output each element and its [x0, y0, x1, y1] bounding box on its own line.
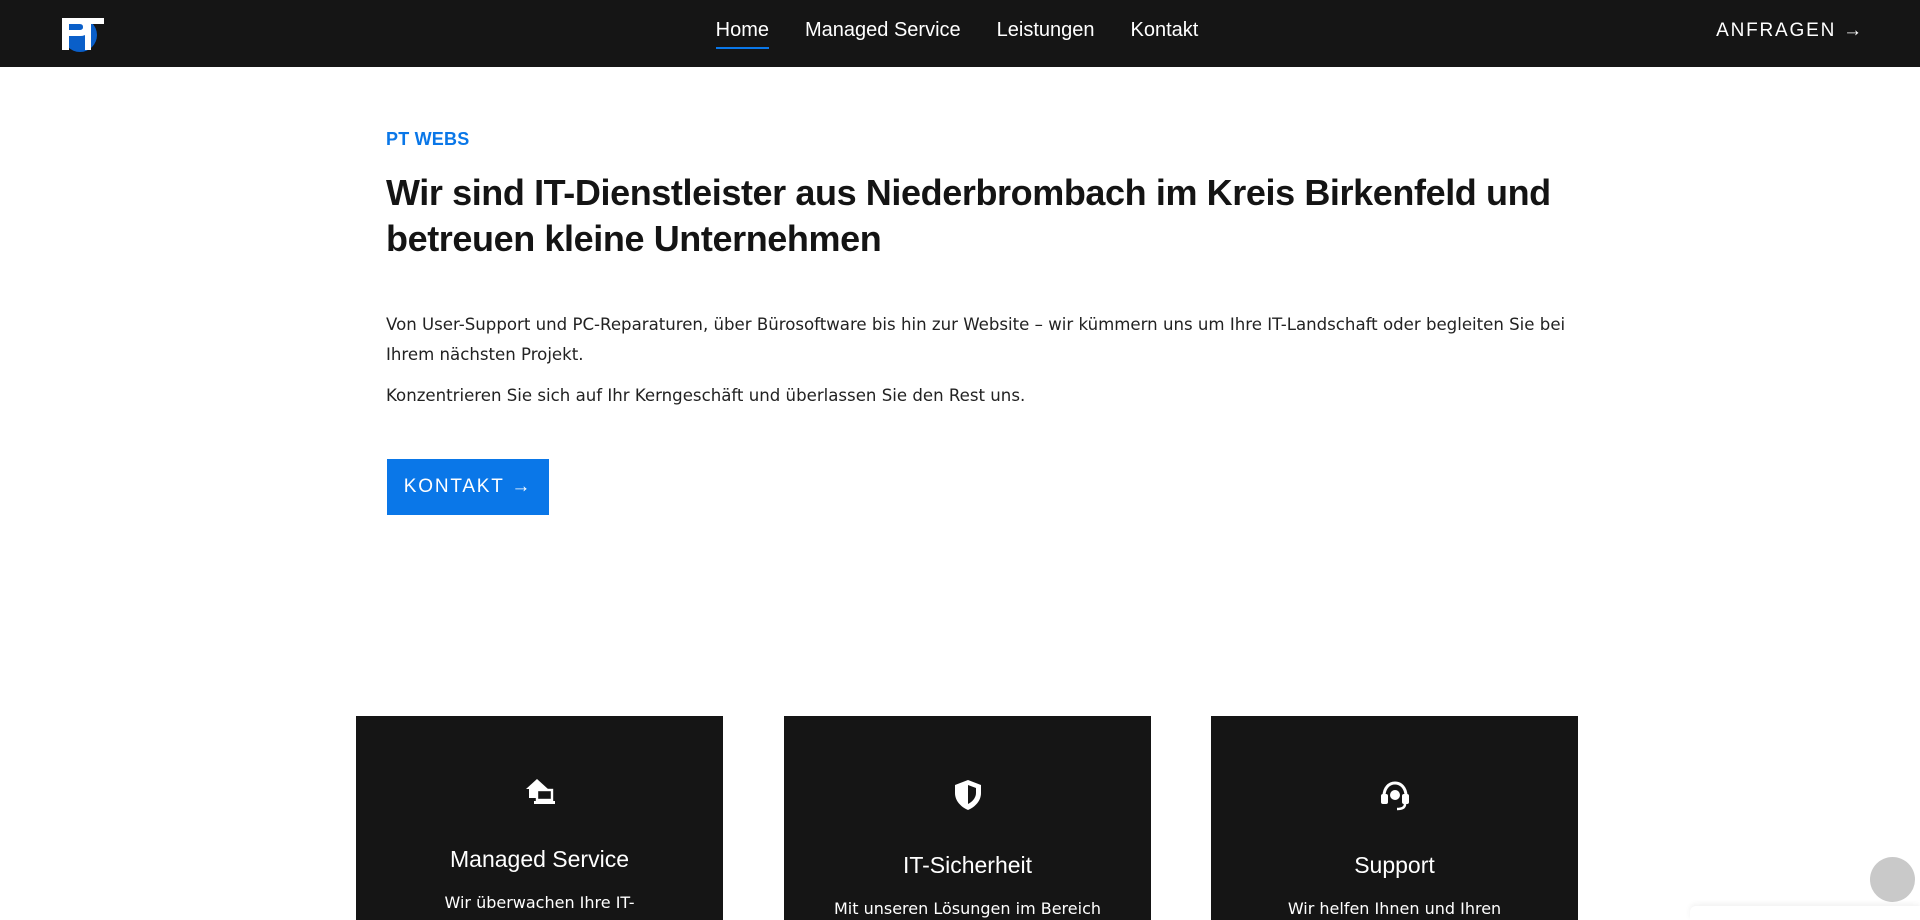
card-text: Wir helfen Ihnen und Ihren	[1287, 899, 1502, 918]
nav-managed-service[interactable]: Managed Service	[805, 19, 961, 48]
home-laptop-icon	[525, 779, 555, 804]
nav-home[interactable]: Home	[715, 19, 770, 49]
kontakt-button[interactable]: KONTAKT →	[387, 459, 549, 515]
main-nav: Home Managed Service Leistungen Kontakt	[0, 0, 1920, 67]
nav-leistungen[interactable]: Leistungen	[997, 19, 1095, 48]
page-title: Wir sind IT-Dienstleister aus Niederbrom…	[386, 172, 1551, 259]
headset-icon	[1380, 781, 1409, 811]
secondary-paragraph: Konzentrieren Sie sich auf Ihr Kerngesch…	[386, 386, 1026, 405]
floating-panel	[1690, 906, 1920, 920]
card-title: IT-Sicherheit	[902, 852, 1033, 878]
logo-icon[interactable]	[58, 12, 108, 54]
card-title: Support	[1354, 852, 1435, 878]
card-title: Managed Service	[450, 846, 629, 872]
eyebrow-label: PT WEBS	[386, 129, 470, 149]
site-header: Home Managed Service Leistungen Kontakt …	[0, 0, 1920, 67]
service-card-managed-service[interactable]: Managed Service Wir überwachen Ihre IT-	[356, 716, 723, 920]
intro-paragraph: Von User-Support und PC-Reparaturen, übe…	[386, 315, 1566, 364]
card-text: Wir überwachen Ihre IT-	[444, 893, 635, 912]
service-card-it-sicherheit[interactable]: IT-Sicherheit Mit unseren Lösungen im Be…	[784, 716, 1151, 920]
shield-icon	[954, 780, 981, 810]
service-card-support[interactable]: Support Wir helfen Ihnen und Ihren	[1211, 716, 1578, 920]
card-text: Mit unseren Lösungen im Bereich	[833, 899, 1102, 918]
anfragen-button[interactable]: ANFRAGEN →	[1716, 20, 1864, 42]
floating-action-button[interactable]	[1870, 857, 1915, 902]
nav-kontakt[interactable]: Kontakt	[1131, 19, 1199, 48]
